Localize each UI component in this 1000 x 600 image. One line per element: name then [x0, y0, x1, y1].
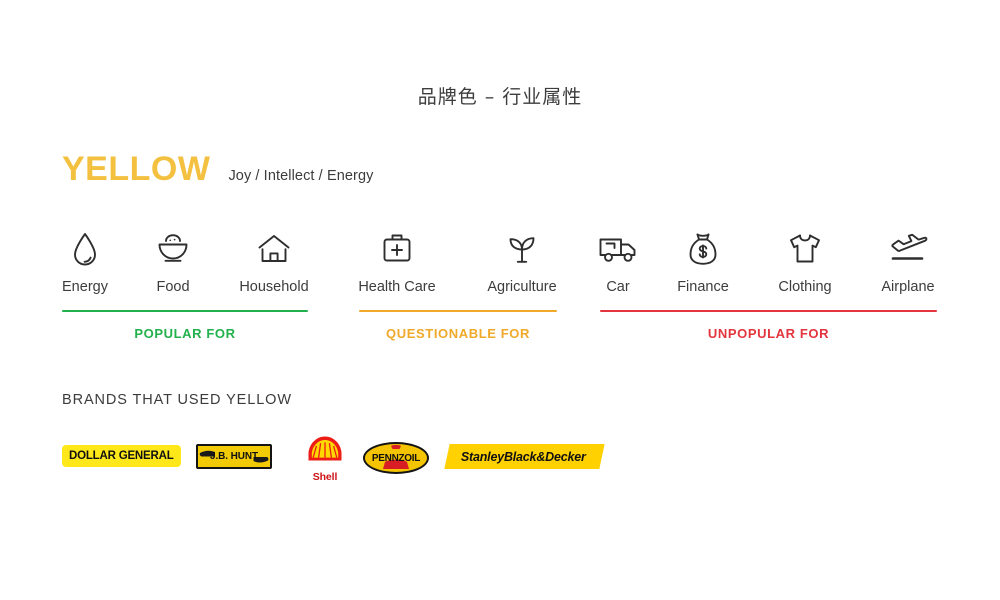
- color-heading: YELLOW Joy / Intellect / Energy: [62, 152, 374, 186]
- category-band-questionable: QUESTIONABLE FOR: [359, 310, 557, 341]
- brand-name: PENNZOIL: [371, 452, 421, 464]
- stanley-black-decker-badge: StanleyBlack&Decker: [444, 444, 605, 469]
- brands-section-heading: BRANDS THAT USED YELLOW: [62, 392, 292, 408]
- color-name: YELLOW: [62, 150, 211, 188]
- industry-item-household[interactable]: Household: [219, 228, 329, 295]
- page-title: 品牌色 – 行业属性: [417, 86, 583, 108]
- brand-logo-jb-hunt[interactable]: J.B. HUNT: [196, 444, 272, 469]
- band-label: QUESTIONABLE FOR: [386, 326, 530, 341]
- jb-hunt-badge: J.B. HUNT: [196, 444, 272, 469]
- brand-name: J.B. HUNT: [210, 451, 258, 462]
- house-icon: [219, 228, 329, 270]
- band-label: POPULAR FOR: [134, 326, 236, 341]
- brand-logo-list: DOLLAR GENERAL J.B. HUNT Shell PENNZOIL …: [62, 432, 682, 488]
- industry-item-agriculture[interactable]: Agriculture: [467, 228, 577, 295]
- band-rule: [359, 310, 557, 312]
- industry-label: Finance: [677, 279, 729, 295]
- category-band-popular: POPULAR FOR: [62, 310, 308, 341]
- brand-logo-shell[interactable]: Shell: [303, 435, 347, 483]
- medical-kit-icon: [342, 228, 452, 270]
- industry-label: Food: [156, 279, 190, 295]
- industry-label: Health Care: [358, 279, 436, 295]
- band-rule: [600, 310, 937, 312]
- brand-logo-dollar-general[interactable]: DOLLAR GENERAL: [62, 445, 181, 467]
- industry-item-finance[interactable]: Finance: [648, 228, 758, 295]
- color-keywords: Joy / Intellect / Energy: [228, 168, 374, 184]
- brand-logo-stanley-black-decker[interactable]: StanleyBlack&Decker: [444, 444, 605, 469]
- industry-item-health-care[interactable]: Health Care: [342, 228, 452, 295]
- industry-list: Energy Food Household Health Care Agricu…: [0, 228, 1000, 298]
- industry-item-clothing[interactable]: Clothing: [750, 228, 860, 295]
- dollar-general-badge: DOLLAR GENERAL: [62, 445, 181, 467]
- sprout-icon: [467, 228, 577, 270]
- airplane-icon: [853, 228, 963, 270]
- band-rule: [62, 310, 308, 312]
- money-bag-icon: [648, 228, 758, 270]
- rice-bowl-icon: [118, 228, 228, 270]
- industry-item-airplane[interactable]: Airplane: [853, 228, 963, 295]
- industry-label: Airplane: [881, 279, 935, 295]
- brand-name: Shell: [312, 471, 338, 483]
- category-band-unpopular: UNPOPULAR FOR: [600, 310, 937, 341]
- industry-label: Agriculture: [487, 279, 557, 295]
- pennzoil-badge: PENNZOIL: [363, 442, 429, 474]
- brand-name: DOLLAR GENERAL: [69, 450, 174, 462]
- industry-item-food[interactable]: Food: [118, 228, 228, 295]
- industry-label: Household: [239, 279, 309, 295]
- brand-logo-pennzoil[interactable]: PENNZOIL: [363, 442, 429, 474]
- industry-label: Clothing: [778, 279, 832, 295]
- band-label: UNPOPULAR FOR: [707, 326, 830, 341]
- brand-name: StanleyBlack&Decker: [461, 449, 586, 464]
- shell-badge: Shell: [303, 435, 347, 483]
- tshirt-icon: [750, 228, 860, 270]
- shell-pecten-icon: [308, 436, 342, 461]
